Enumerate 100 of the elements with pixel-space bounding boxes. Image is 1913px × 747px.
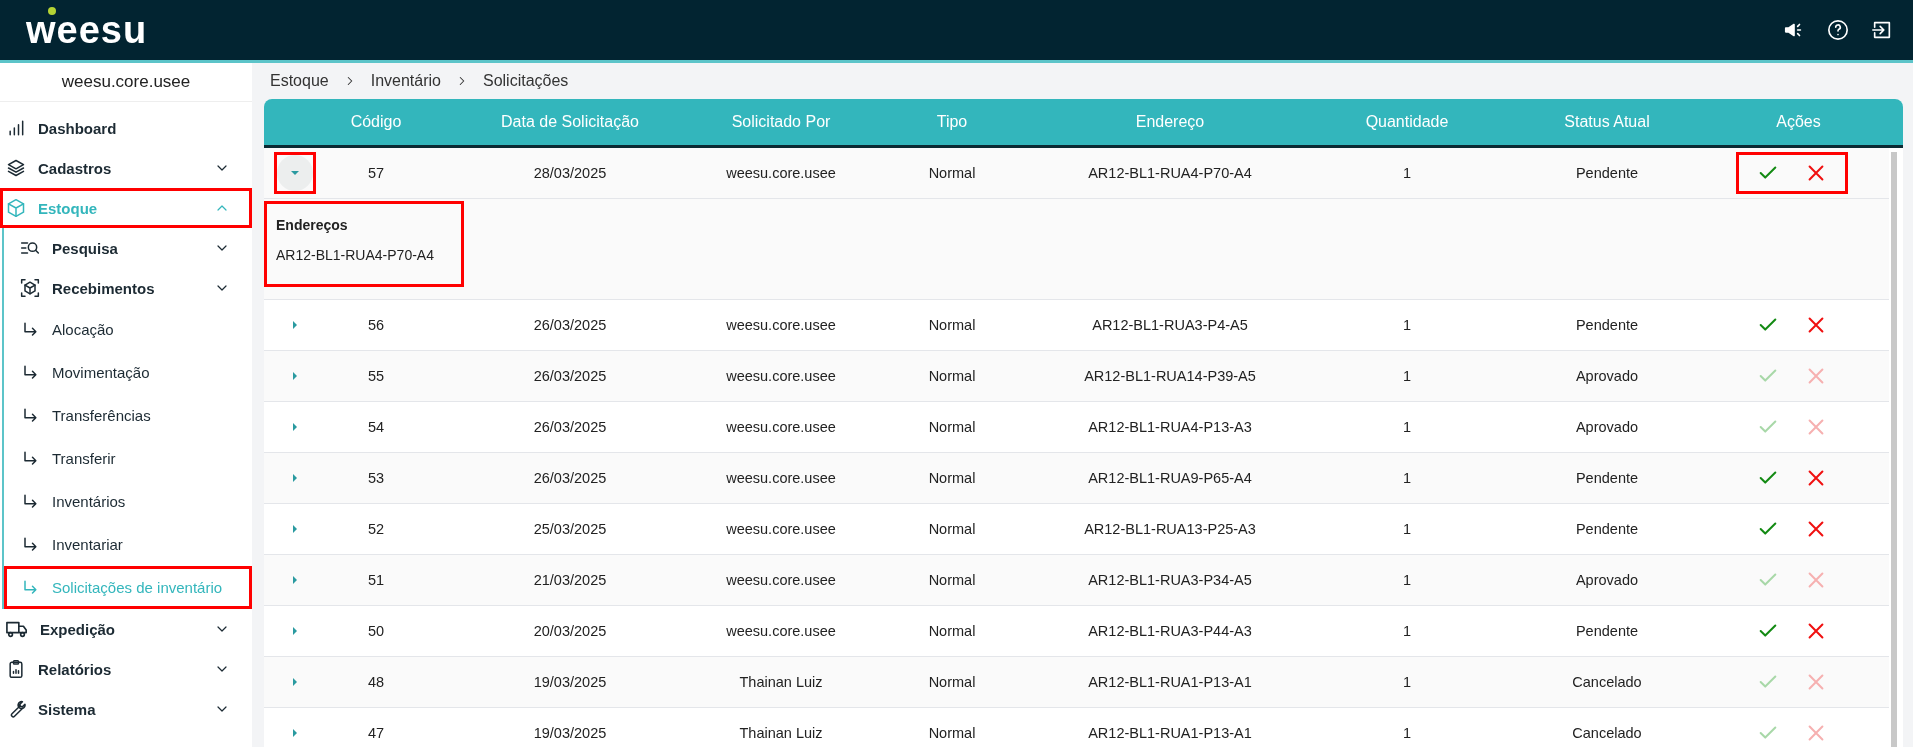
table-cell-text: 1 xyxy=(1401,470,1413,486)
table-cell-text: 26/03/2025 xyxy=(532,470,608,486)
table-cell-text: 1 xyxy=(1401,368,1413,384)
table-cell-text: 52 xyxy=(366,521,386,537)
table-cell-text: weesu.core.usee xyxy=(725,368,837,384)
table-cell-text: 54 xyxy=(366,419,386,435)
sidebar-item[interactable]: Inventários xyxy=(4,480,252,523)
table-cell-text: weesu.core.usee xyxy=(725,317,837,333)
column-header: Status Atual xyxy=(1563,113,1651,131)
table-cell-text: Thainan Luiz xyxy=(738,725,824,741)
details-value: AR12-BL1-RUA4-P70-A4 xyxy=(276,247,435,263)
table-cell-text: AR12-BL1-RUA9-P65-A4 xyxy=(1087,470,1253,486)
column-header: Tipo xyxy=(935,113,969,131)
sidebar-item[interactable]: Dashboard xyxy=(0,108,252,148)
table-cell-text: Pendente xyxy=(1574,470,1640,486)
table-cell-text: AR12-BL1-RUA3-P44-A3 xyxy=(1087,623,1253,639)
table-cell-text: 53 xyxy=(366,470,386,486)
details-label: Endereços xyxy=(276,217,349,233)
sidebar-item[interactable]: Cadastros xyxy=(0,148,252,188)
table-cell-text: Aprovado xyxy=(1574,572,1640,588)
sidebar-item[interactable]: Sistema xyxy=(0,689,252,729)
table-cell-text: Thainan Luiz xyxy=(738,674,824,690)
table-cell-text: 28/03/2025 xyxy=(532,165,608,181)
breadcrumb[interactable]: Inventário xyxy=(370,72,441,90)
table-cell-text: AR12-BL1-RUA1-P13-A1 xyxy=(1087,674,1253,690)
table-cell-text: 56 xyxy=(366,317,386,333)
breadcrumb[interactable]: Solicitações xyxy=(483,72,569,90)
table-cell-text: Normal xyxy=(927,521,977,537)
table-cell-text: AR12-BL1-RUA13-P25-A3 xyxy=(1083,521,1257,537)
sidebar-item[interactable]: Recebimentos xyxy=(4,268,252,308)
table-cell-text: Pendente xyxy=(1574,317,1640,333)
sidebar-item[interactable]: Pesquisa xyxy=(4,228,252,268)
box-icon xyxy=(6,198,26,218)
table-cell-text: Normal xyxy=(927,317,977,333)
table-cell-text: Normal xyxy=(927,572,977,588)
table-cell-text: 1 xyxy=(1401,165,1413,181)
table-cell-text: 1 xyxy=(1401,572,1413,588)
table-cell-text: Pendente xyxy=(1574,623,1640,639)
table-cell-text: weesu.core.usee xyxy=(725,521,837,537)
sidebar-item[interactable]: Expedição xyxy=(0,609,252,649)
table-cell-text: Aprovado xyxy=(1574,368,1640,384)
table-cell-text: 50 xyxy=(366,623,386,639)
sidebar-item[interactable]: Movimentação xyxy=(4,351,252,394)
logout-icon xyxy=(1871,19,1893,41)
table-cell-text: 1 xyxy=(1401,419,1413,435)
table-cell-text: 51 xyxy=(366,572,386,588)
clipboard-icon xyxy=(6,659,26,679)
table-cell-text: 1 xyxy=(1401,674,1413,690)
table-cell-text: 57 xyxy=(366,165,386,181)
table-cell-text: Normal xyxy=(927,368,977,384)
table-cell-text: Cancelado xyxy=(1571,674,1643,690)
box-scan-icon xyxy=(20,278,40,298)
table-cell-text: 20/03/2025 xyxy=(532,623,608,639)
table-cell-text: 26/03/2025 xyxy=(532,317,608,333)
sidebar-item[interactable]: Transferências xyxy=(4,394,252,437)
table-cell-text: weesu.core.usee xyxy=(725,419,837,435)
table-cell-text: weesu.core.usee xyxy=(725,572,837,588)
table-cell-text: 21/03/2025 xyxy=(532,572,608,588)
sidebar-item[interactable]: Transferir xyxy=(4,437,252,480)
table-cell-text: Normal xyxy=(927,725,977,741)
layers-icon xyxy=(6,158,26,178)
table-cell-text: 55 xyxy=(366,368,386,384)
table-cell-text: AR12-BL1-RUA4-P70-A4 xyxy=(1087,165,1253,181)
table-cell-text: 26/03/2025 xyxy=(532,368,608,384)
table-cell-text: Normal xyxy=(927,623,977,639)
column-header: Ações xyxy=(1775,113,1822,131)
column-header: Código xyxy=(349,113,403,131)
table-cell-text: Normal xyxy=(927,470,977,486)
column-header: Endereço xyxy=(1134,113,1206,131)
column-header: Solicitado Por xyxy=(730,113,832,131)
sidebar-item[interactable]: Alocação xyxy=(4,308,252,351)
table-cell-text: Normal xyxy=(927,674,977,690)
table-cell-text: 48 xyxy=(366,674,386,690)
table-cell-text: 19/03/2025 xyxy=(532,674,608,690)
table-cell-text: 47 xyxy=(366,725,386,741)
table-cell-text: AR12-BL1-RUA3-P4-A5 xyxy=(1091,317,1249,333)
table-cell-text: Normal xyxy=(927,419,977,435)
scrollbar[interactable] xyxy=(1891,152,1897,747)
table-cell-text: 1 xyxy=(1401,317,1413,333)
table-cell-text: 19/03/2025 xyxy=(532,725,608,741)
table-cell-text: AR12-BL1-RUA1-P13-A1 xyxy=(1087,725,1253,741)
table-cell-text: 1 xyxy=(1401,725,1413,741)
table-cell-text: Pendente xyxy=(1574,165,1640,181)
sidebar-item[interactable]: Inventariar xyxy=(4,523,252,566)
table-cell-text: weesu.core.usee xyxy=(725,623,837,639)
table-cell-text: 1 xyxy=(1401,623,1413,639)
table-cell-text: weesu.core.usee xyxy=(725,470,837,486)
table-cell-text: Cancelado xyxy=(1571,725,1643,741)
breadcrumb[interactable]: Estoque xyxy=(270,72,329,90)
table-cell-text: weesu.core.usee xyxy=(725,165,837,181)
table-cell-text: 1 xyxy=(1401,521,1413,537)
table-cell-text: 25/03/2025 xyxy=(532,521,608,537)
table-cell-text: AR12-BL1-RUA3-P34-A5 xyxy=(1087,572,1253,588)
expand-button[interactable] xyxy=(274,152,316,194)
table-cell-text: Aprovado xyxy=(1574,419,1640,435)
sidebar-item[interactable]: Relatórios xyxy=(0,649,252,689)
table-cell-text: Pendente xyxy=(1574,521,1640,537)
column-header: Quantidade xyxy=(1364,113,1450,131)
bar-chart-icon xyxy=(6,118,26,138)
table-cell-text: 26/03/2025 xyxy=(532,419,608,435)
